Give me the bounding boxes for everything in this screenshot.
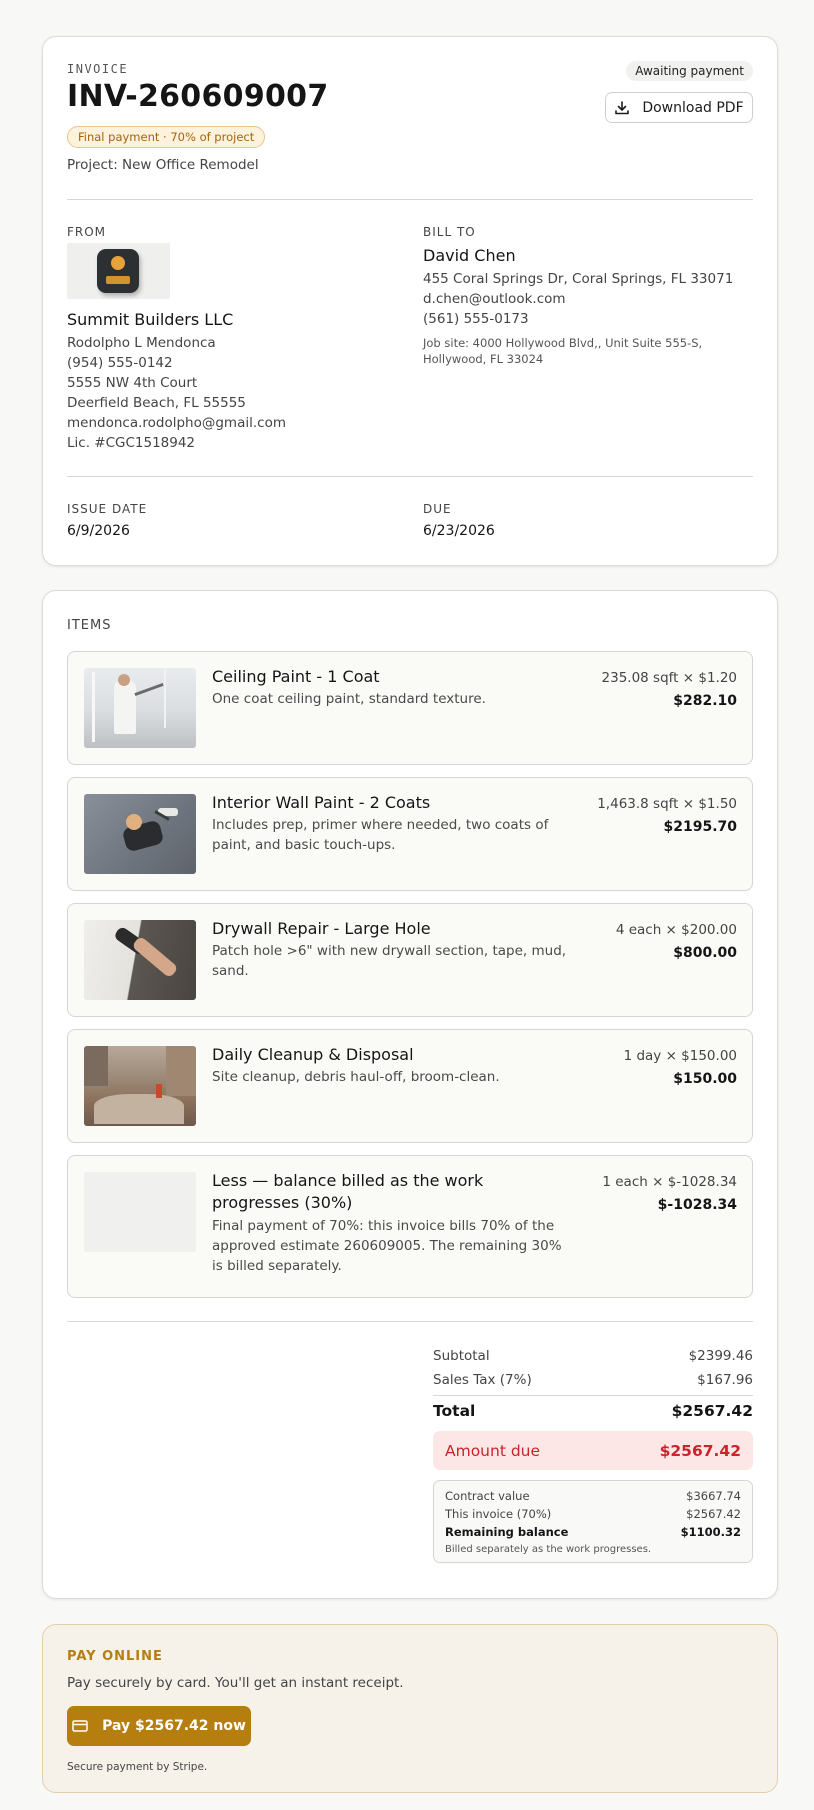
item-description: Site cleanup, debris haul-off, broom-cle…	[212, 1069, 500, 1085]
item-title: Daily Cleanup & Disposal	[212, 1045, 414, 1064]
list-item[interactable]: Less — balance billed as the work progre…	[67, 1155, 753, 1298]
issue-date-label: ISSUE DATE	[67, 502, 148, 516]
from-city: Deerfield Beach, FL 55555	[67, 395, 246, 411]
item-description: One coat ceiling paint, standard texture…	[212, 691, 486, 707]
contract-value-label: Contract value	[445, 1489, 530, 1503]
due-date-label: DUE	[423, 502, 452, 516]
divider	[67, 476, 753, 477]
remaining-balance-row: Remaining balance $1100.32	[445, 1525, 741, 1539]
divider	[67, 199, 753, 200]
from-email: mendonca.rodolpho@gmail.com	[67, 415, 286, 431]
list-item[interactable]: Drywall Repair - Large Hole Patch hole >…	[67, 903, 753, 1017]
list-item[interactable]: Ceiling Paint - 1 Coat One coat ceiling …	[67, 651, 753, 765]
invoice-header-card: INVOICE INV-260609007 Final payment · 70…	[42, 36, 778, 566]
contract-value: $3667.74	[686, 1489, 741, 1503]
item-title: Less — balance billed as the work progre…	[212, 1171, 484, 1212]
amount-due-box: Amount due $2567.42	[433, 1431, 753, 1470]
due-date: 6/23/2026	[423, 523, 495, 539]
amount-due-label: Amount due	[445, 1441, 541, 1460]
items-label: ITEMS	[67, 618, 112, 633]
subtotal-value: $2399.46	[688, 1348, 753, 1364]
item-title: Drywall Repair - Large Hole	[212, 919, 431, 938]
final-payment-badge: Final payment · 70% of project	[67, 126, 266, 148]
client-address: 455 Coral Springs Dr, Coral Springs, FL …	[423, 271, 734, 287]
bill-to-contact: 455 Coral Springs Dr, Coral Springs, FL …	[423, 269, 733, 329]
item-amount: $-1028.34	[657, 1197, 737, 1213]
item-amount: $150.00	[673, 1071, 737, 1087]
item-quantity: 1 day × $150.00	[623, 1048, 737, 1064]
subtotal-row: Subtotal $2399.46	[433, 1348, 753, 1364]
tax-row: Sales Tax (7%) $167.96	[433, 1372, 753, 1388]
divider	[433, 1395, 753, 1396]
company-name: Summit Builders LLC	[67, 310, 234, 329]
list-item[interactable]: Interior Wall Paint - 2 Coats Includes p…	[67, 777, 753, 891]
item-amount: $282.10	[673, 693, 737, 709]
pay-online-card: PAY ONLINE Pay securely by card. You'll …	[42, 1624, 778, 1793]
item-quantity: 235.08 sqft × $1.20	[601, 670, 737, 686]
item-quantity: 1,463.8 sqft × $1.50	[597, 796, 737, 812]
download-pdf-button[interactable]: Download PDF	[605, 92, 753, 123]
item-title: Interior Wall Paint - 2 Coats	[212, 793, 431, 812]
total-value: $2567.42	[671, 1402, 753, 1420]
item-quantity: 4 each × $200.00	[615, 922, 737, 938]
issue-date: 6/9/2026	[67, 523, 130, 539]
from-contact: Rodolpho L Mendonca (954) 555-0142 5555 …	[67, 333, 286, 453]
remaining-balance-label: Remaining balance	[445, 1525, 569, 1539]
invoice-eyebrow: INVOICE	[67, 62, 129, 76]
from-contact-name: Rodolpho L Mendonca	[67, 335, 216, 351]
secure-payment-note: Secure payment by Stripe.	[67, 1761, 208, 1773]
status-badge: Awaiting payment	[626, 61, 753, 81]
subtotal-label: Subtotal	[433, 1348, 490, 1364]
total-row: Total $2567.42	[433, 1402, 753, 1420]
tax-value: $167.96	[697, 1372, 753, 1388]
from-license: Lic. #CGC1518942	[67, 435, 196, 451]
download-pdf-label: Download PDF	[642, 99, 744, 116]
this-invoice-row: This invoice (70%) $2567.42	[445, 1507, 741, 1521]
item-description: Final payment of 70%: this invoice bills…	[212, 1218, 562, 1274]
item-photo	[84, 668, 196, 748]
pay-online-title: PAY ONLINE	[67, 1649, 163, 1664]
company-logo	[67, 243, 170, 299]
item-title: Ceiling Paint - 1 Coat	[212, 667, 380, 686]
pay-online-subtitle: Pay securely by card. You'll get an inst…	[67, 1675, 404, 1691]
this-invoice-label: This invoice (70%)	[445, 1507, 552, 1521]
remaining-balance-value: $1100.32	[680, 1525, 741, 1539]
item-amount: $800.00	[673, 945, 737, 961]
invoice-number: INV-260609007	[67, 79, 329, 114]
client-name: David Chen	[423, 246, 516, 265]
this-invoice-value: $2567.42	[686, 1507, 741, 1521]
download-icon	[615, 100, 630, 114]
job-site: Job site: 4000 Hollywood Blvd,, Unit Sui…	[423, 336, 703, 366]
from-phone: (954) 555-0142	[67, 355, 173, 371]
client-phone: (561) 555-0173	[423, 311, 529, 327]
contract-summary: Contract value $3667.74 This invoice (70…	[433, 1480, 753, 1563]
pay-now-button[interactable]: Pay $2567.42 now	[67, 1706, 251, 1746]
project-name: Project: New Office Remodel	[67, 157, 259, 173]
item-description: Patch hole >6" with new drywall section,…	[212, 943, 567, 979]
item-photo	[84, 794, 196, 874]
tax-label: Sales Tax (7%)	[433, 1372, 532, 1388]
from-street: 5555 NW 4th Court	[67, 375, 198, 391]
item-photo	[84, 920, 196, 1000]
divider	[67, 1321, 753, 1322]
item-quantity: 1 each × $-1028.34	[602, 1174, 737, 1190]
bill-to-label: BILL TO	[423, 225, 476, 239]
item-photo-placeholder	[84, 1172, 196, 1252]
total-label: Total	[433, 1402, 476, 1420]
item-description: Includes prep, primer where needed, two …	[212, 817, 549, 853]
item-amount: $2195.70	[663, 819, 737, 835]
amount-due-value: $2567.42	[659, 1441, 741, 1460]
contract-note: Billed separately as the work progresses…	[445, 1544, 652, 1555]
pay-now-label: Pay $2567.42 now	[102, 1718, 246, 1734]
contract-value-row: Contract value $3667.74	[445, 1489, 741, 1503]
list-item[interactable]: Daily Cleanup & Disposal Site cleanup, d…	[67, 1029, 753, 1143]
from-label: FROM	[67, 225, 107, 239]
credit-card-icon	[72, 1720, 88, 1732]
item-photo	[84, 1046, 196, 1126]
client-email: d.chen@outlook.com	[423, 291, 566, 307]
items-card: ITEMS Ceiling Paint - 1 Coat One coat ce…	[42, 590, 778, 1599]
